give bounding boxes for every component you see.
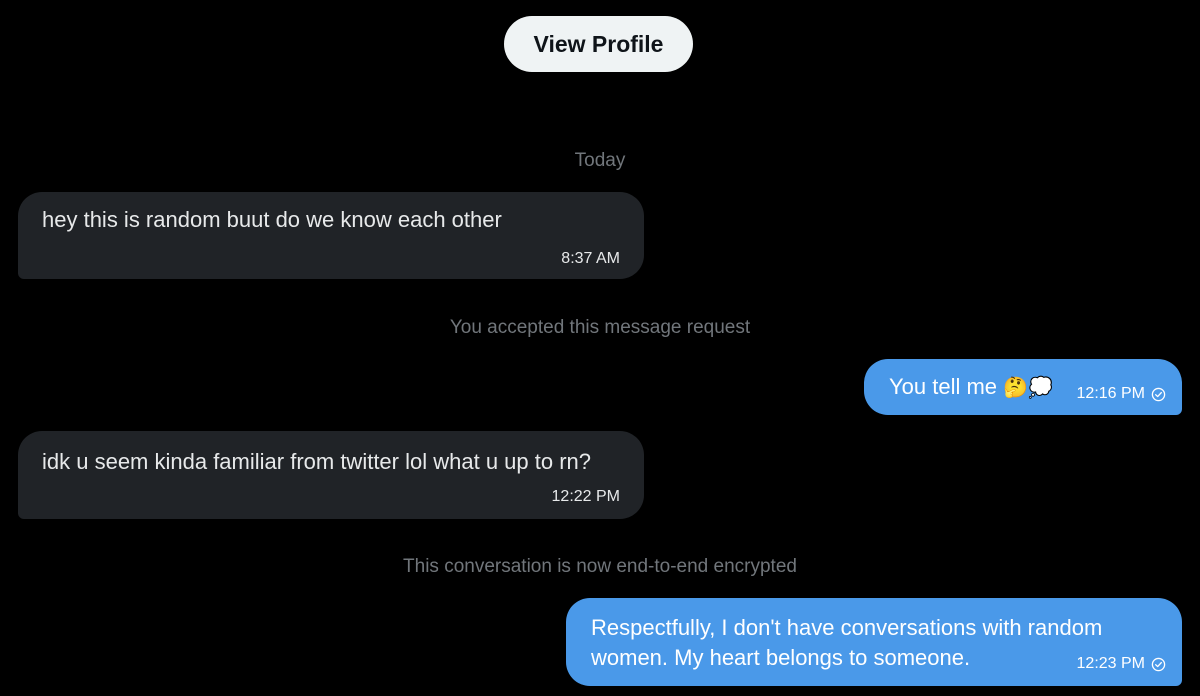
message-timestamp: 8:37 AM: [561, 249, 620, 269]
check-circle-icon: [1151, 657, 1166, 671]
timestamp-text: 12:16 PM: [1076, 385, 1145, 402]
encryption-notice: This conversation is now end-to-end encr…: [403, 556, 797, 577]
message-received-2[interactable]: idk u seem kinda familiar from twitter l…: [18, 431, 644, 519]
request-accepted-notice: You accepted this message request: [449, 317, 751, 338]
thinking-emoji: 🤔💭: [1003, 375, 1053, 399]
message-sent-2[interactable]: Respectfully, I don't have conversations…: [566, 598, 1182, 686]
message-timestamp: 12:22 PM: [552, 487, 620, 507]
view-profile-button[interactable]: View Profile: [504, 16, 693, 72]
date-separator: Today: [574, 150, 626, 171]
timestamp-text: 12:23 PM: [1076, 655, 1145, 672]
message-timestamp: 12:16 PM: [1077, 384, 1166, 404]
check-circle-icon: [1151, 387, 1166, 401]
message-text-content: You tell me: [889, 374, 998, 399]
timestamp-text: 12:22 PM: [551, 488, 620, 505]
message-sent-1[interactable]: You tell me 🤔💭 12:16 PM: [864, 359, 1182, 415]
message-text: hey this is random buut do we know each …: [42, 207, 502, 232]
message-text: You tell me 🤔💭: [889, 372, 1053, 402]
timestamp-text: 8:37 AM: [561, 250, 620, 267]
message-timestamp: 12:23 PM: [1077, 654, 1166, 674]
message-text: idk u seem kinda familiar from twitter l…: [42, 449, 592, 474]
dm-conversation: View Profile Today hey this is random bu…: [0, 0, 1200, 696]
message-received-1[interactable]: hey this is random buut do we know each …: [18, 192, 644, 279]
